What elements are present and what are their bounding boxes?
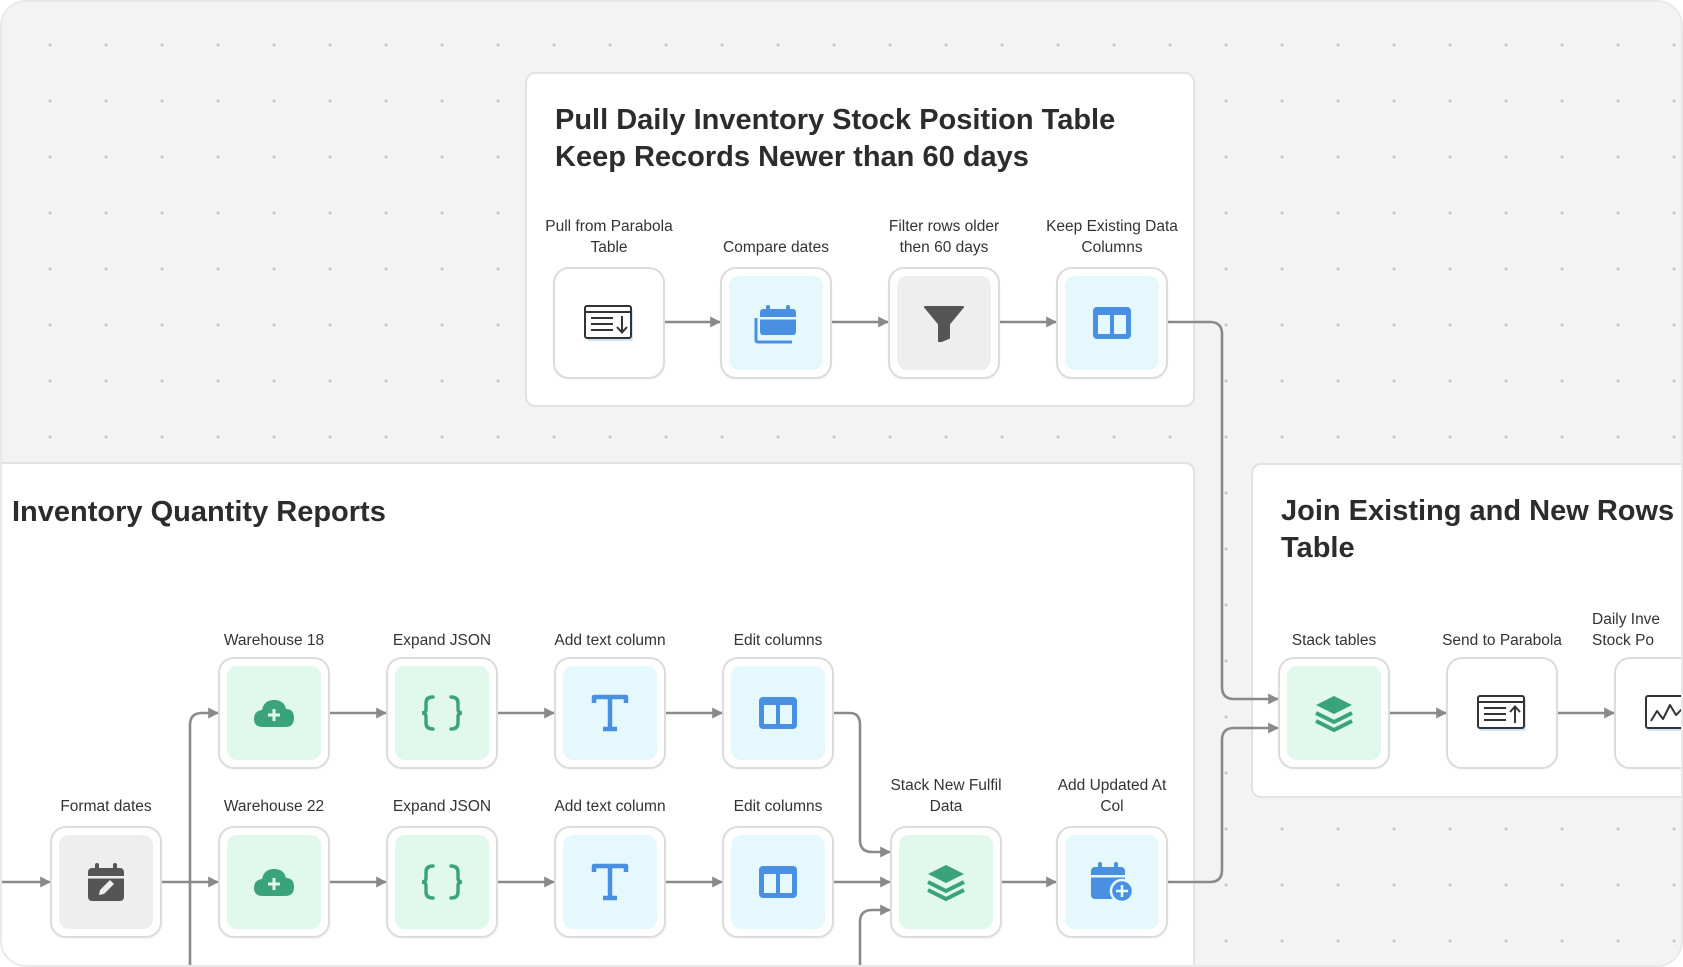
- warehouse-22-node[interactable]: [218, 826, 330, 938]
- keep-existing-columns-node[interactable]: [1056, 267, 1168, 379]
- node-label: Keep Existing Data Columns: [1046, 218, 1178, 256]
- columns-icon: [759, 697, 797, 729]
- daily-inventory-stock-position-node[interactable]: [1614, 657, 1681, 769]
- node-label: Compare dates: [723, 239, 829, 256]
- curly-braces-icon: [421, 864, 463, 900]
- layers-icon: [927, 865, 965, 901]
- node-label: Stack New Fulfil Data: [890, 777, 1002, 815]
- chart-line-icon: [1645, 695, 1681, 731]
- add-text-column-node[interactable]: [554, 657, 666, 769]
- curly-braces-icon: [421, 695, 463, 731]
- expand-json-node[interactable]: [386, 826, 498, 938]
- node-label: Add Updated At Col: [1057, 777, 1167, 815]
- node-label: Expand JSON: [392, 798, 492, 815]
- edit-columns-node[interactable]: [722, 826, 834, 938]
- add-text-column-node[interactable]: [554, 826, 666, 938]
- columns-icon: [1093, 307, 1131, 339]
- node-label: Add text column: [554, 632, 666, 649]
- flow-canvas[interactable]: Pull Daily Inventory Stock Position Tabl…: [0, 0, 1683, 967]
- calendar-plus-icon: [1091, 862, 1134, 903]
- table-download-icon: [584, 305, 633, 341]
- filter-rows-node[interactable]: [888, 267, 1000, 379]
- node-label: Edit columns: [733, 798, 823, 815]
- format-dates-node[interactable]: [50, 826, 162, 938]
- table-upload-icon: [1477, 695, 1526, 731]
- calendar-stack-icon: [754, 305, 796, 344]
- stack-new-fulfil-data-node[interactable]: [890, 826, 1002, 938]
- text-t-icon: [591, 694, 629, 732]
- node-label: Expand JSON: [392, 632, 492, 649]
- pull-from-parabola-node[interactable]: [553, 267, 665, 379]
- cloud-plus-icon: [254, 700, 294, 727]
- wire: [188, 707, 220, 965]
- node-label: Warehouse 22: [223, 798, 325, 815]
- warehouse-18-node[interactable]: [218, 657, 330, 769]
- columns-icon: [759, 866, 797, 898]
- node-label: Filter rows older then 60 days: [888, 218, 1000, 256]
- text-t-icon: [591, 863, 629, 901]
- calendar-edit-icon: [88, 863, 124, 901]
- node-label: Add text column: [554, 798, 666, 815]
- connection-wires: [2, 316, 1616, 965]
- layers-icon: [1315, 696, 1353, 732]
- node-label: Daily Inve Stock Po: [1592, 611, 1661, 649]
- send-to-parabola-node[interactable]: [1446, 657, 1558, 769]
- wire: [858, 904, 892, 965]
- node-label: Send to Parabola: [1442, 632, 1562, 649]
- add-updated-at-col-node[interactable]: [1056, 826, 1168, 938]
- funnel-icon: [924, 306, 964, 342]
- edit-columns-node[interactable]: [722, 657, 834, 769]
- node-label: Warehouse 18: [223, 632, 325, 649]
- node-label: Pull from Parabola Table: [545, 218, 673, 256]
- stack-tables-node[interactable]: [1278, 657, 1390, 769]
- node-label: Edit columns: [733, 632, 823, 649]
- cloud-plus-icon: [254, 869, 294, 896]
- compare-dates-node[interactable]: [720, 267, 832, 379]
- expand-json-node[interactable]: [386, 657, 498, 769]
- node-label: Stack tables: [1291, 632, 1377, 649]
- node-label: Format dates: [60, 798, 152, 815]
